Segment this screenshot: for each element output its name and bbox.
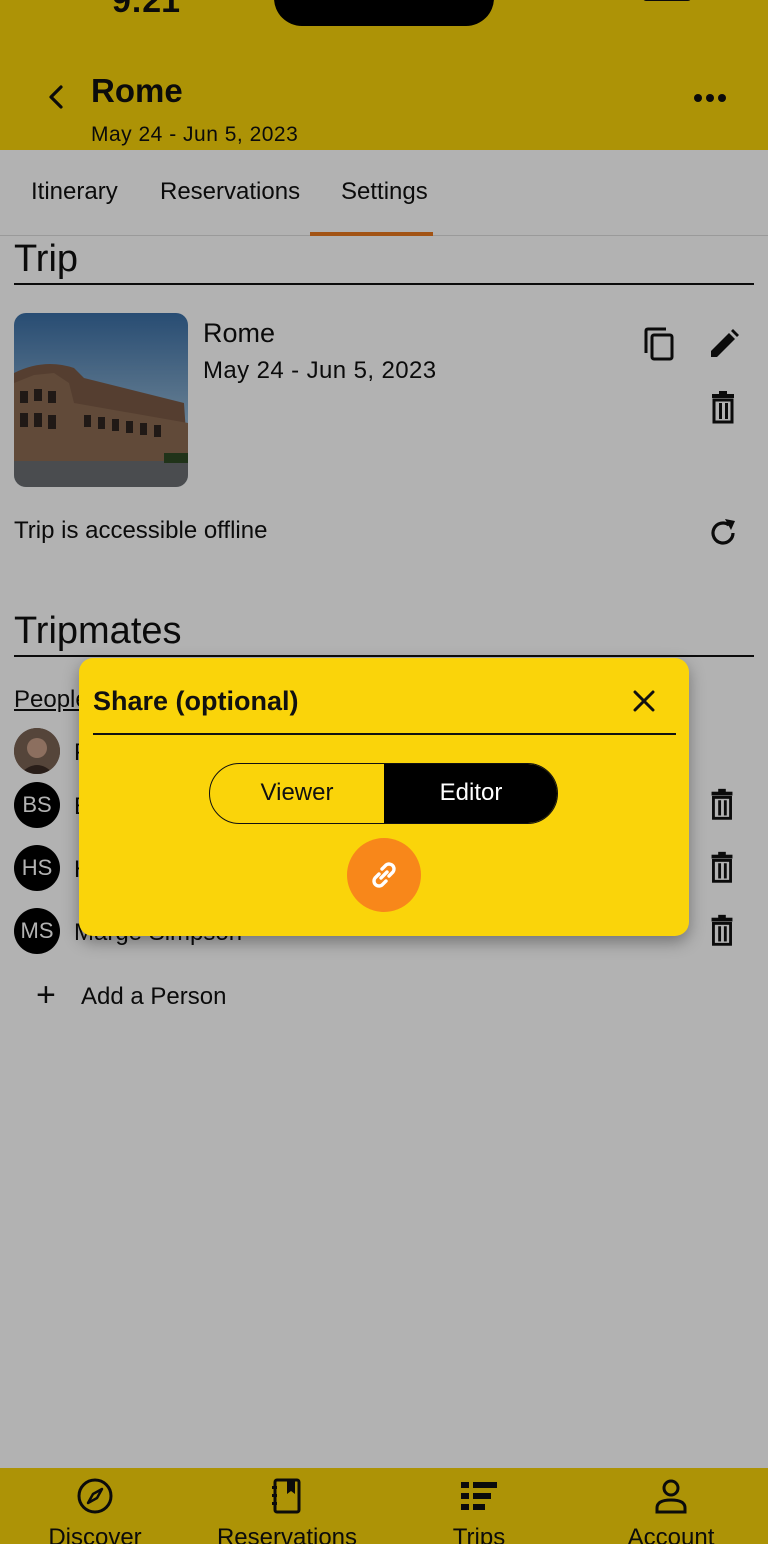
viewer-option[interactable]: Viewer — [210, 764, 384, 823]
role-segmented-control: Viewer Editor — [209, 763, 558, 824]
dialog-divider — [93, 733, 676, 735]
link-icon — [372, 862, 396, 888]
editor-option[interactable]: Editor — [384, 764, 557, 823]
close-icon[interactable] — [629, 686, 659, 716]
share-dialog: Share (optional) Viewer Editor — [79, 658, 689, 936]
dialog-title: Share (optional) — [93, 686, 299, 716]
share-link-button[interactable] — [347, 838, 421, 912]
